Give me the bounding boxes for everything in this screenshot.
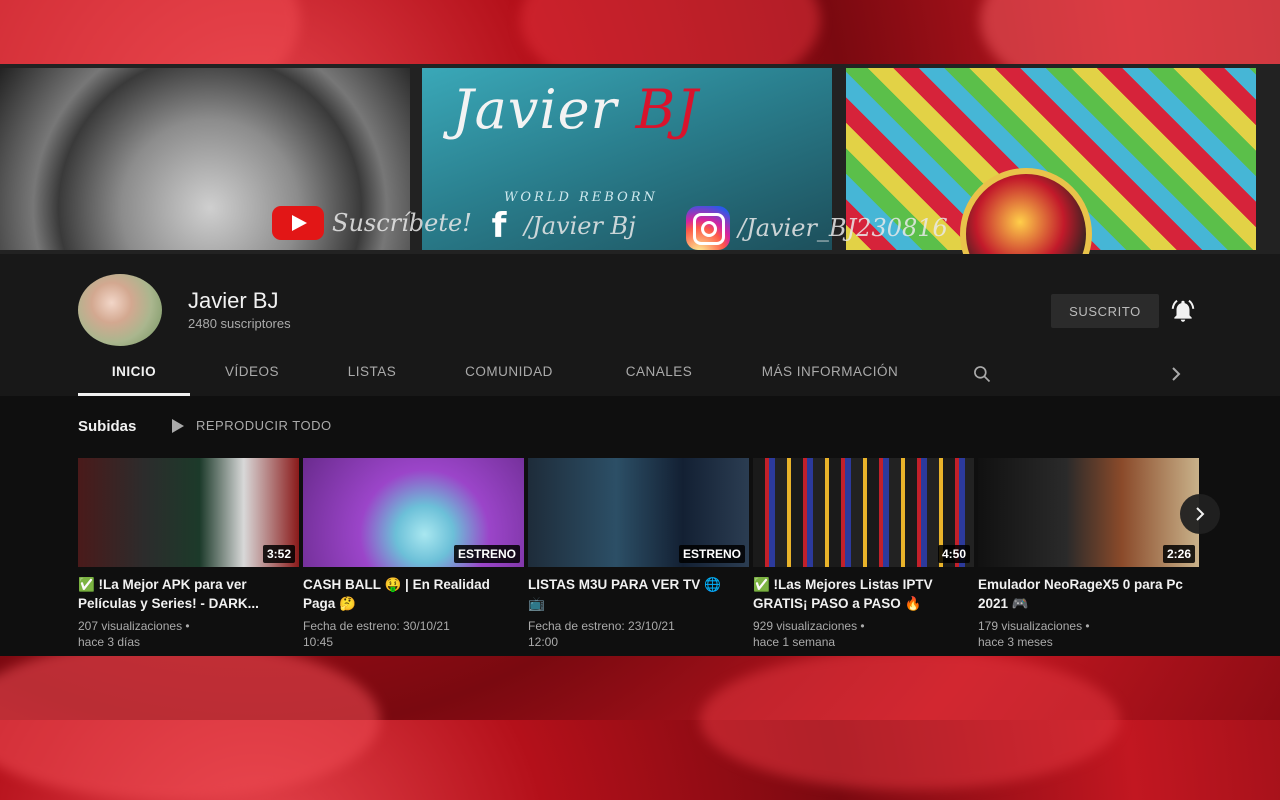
avatar[interactable] [78,274,162,346]
video-meta: Fecha de estreno: 30/10/21 10:45 [303,618,515,650]
video-title[interactable]: ✅ !Las Mejores Listas IPTV GRATIS¡ PASO … [753,575,965,613]
youtube-logo-icon [272,206,324,240]
tab-listas[interactable]: LISTAS [322,354,422,396]
video-thumbnail[interactable]: 3:52 [78,458,299,567]
play-all-button[interactable]: REPRODUCIR TODO [172,418,332,433]
video-title[interactable]: LISTAS M3U PARA VER TV 🌐 📺 [528,575,740,613]
banner-title: Javier BJ [452,78,699,141]
video-views: 207 visualizaciones • [78,619,190,633]
section-title: Subidas [78,418,137,435]
video-card[interactable]: ESTRENO CASH BALL 🤑 | En Realidad Paga 🤔… [303,458,524,650]
background-blob [700,650,1120,790]
video-meta: 929 visualizaciones • hace 1 semana [753,618,965,650]
premiere-time: 12:00 [528,635,559,649]
video-views: 929 visualizaciones • [753,619,865,633]
channel-banner: Javier BJ WORLD REBORN Suscríbete! f /Ja… [0,64,1280,254]
channel-tabs: INICIO VÍDEOS LISTAS COMUNIDAD CANALES M… [78,354,1208,396]
carousel-next-button[interactable] [1180,494,1220,534]
banner-instagram-text: /Javier_BJ230816 [738,214,948,242]
tab-comunidad[interactable]: COMUNIDAD [448,354,570,396]
duration-badge: 3:52 [262,545,295,563]
youtube-channel-page: Javier BJ WORLD REBORN Suscríbete! f /Ja… [0,64,1280,656]
video-card[interactable]: 2:26 Emulador NeoRageX5 0 para Pc 2021 🎮… [978,458,1199,650]
tab-canales[interactable]: CANALES [604,354,714,396]
tab-inicio[interactable]: INICIO [78,354,190,396]
video-title[interactable]: ✅ !La Mejor APK para ver Películas y Ser… [78,575,290,613]
video-card[interactable]: ESTRENO LISTAS M3U PARA VER TV 🌐 📺 Fecha… [528,458,749,650]
banner-title-bj: BJ [635,78,699,141]
video-age: hace 1 semana [753,635,836,649]
banner-title-first: Javier [452,78,636,141]
video-card[interactable]: 3:52 ✅ !La Mejor APK para ver Películas … [78,458,299,650]
subscriber-count: 2480 suscriptores [188,316,291,331]
subscribed-button[interactable]: SUSCRITO [1051,294,1159,328]
video-card[interactable]: 4:50 ✅ !Las Mejores Listas IPTV GRATIS¡ … [753,458,974,650]
chevron-right-icon [1196,507,1205,521]
banner-facebook-text: /Javier Bj [524,212,636,240]
video-thumbnail[interactable]: ESTRENO [528,458,749,567]
video-title[interactable]: Emulador NeoRageX5 0 para Pc 2021 🎮 [978,575,1190,613]
play-all-label: REPRODUCIR TODO [196,418,332,433]
banner-instagram-link: /Javier_BJ230816 [686,206,948,250]
video-title[interactable]: CASH BALL 🤑 | En Realidad Paga 🤔 [303,575,515,613]
uploads-section: Subidas REPRODUCIR TODO 3:52 ✅ !La Mejor… [0,396,1280,656]
premiere-badge: ESTRENO [453,545,520,563]
channel-header: Javier BJ 2480 suscriptores SUSCRITO INI… [0,254,1280,396]
duration-badge: 2:26 [1162,545,1195,563]
video-meta: 207 visualizaciones • hace 3 días [78,618,290,650]
premiere-badge: ESTRENO [678,545,745,563]
video-meta: Fecha de estreno: 23/10/21 12:00 [528,618,740,650]
banner-facebook-link: f /Javier Bj [482,206,636,246]
duration-badge: 4:50 [937,545,970,563]
video-thumbnail[interactable]: 4:50 [753,458,974,567]
premiere-time: 10:45 [303,635,334,649]
premiere-date: Fecha de estreno: 23/10/21 [528,619,675,633]
video-age: hace 3 días [78,635,141,649]
premiere-date: Fecha de estreno: 30/10/21 [303,619,450,633]
background-blob [0,640,380,800]
video-meta: 179 visualizaciones • hace 3 meses [978,618,1190,650]
chevron-right-icon[interactable] [1168,364,1184,384]
video-age: hace 3 meses [978,635,1053,649]
channel-name: Javier BJ [188,288,279,313]
video-thumbnail[interactable]: ESTRENO [303,458,524,567]
bell-icon[interactable] [1170,298,1196,324]
video-thumbnail[interactable]: 2:26 [978,458,1199,567]
tab-mas-informacion[interactable]: MÁS INFORMACIÓN [748,354,912,396]
banner-tagline: WORLD REBORN [504,190,658,205]
banner-subscribe-text: Suscríbete! [332,209,472,237]
search-icon[interactable] [972,364,992,384]
video-views: 179 visualizaciones • [978,619,1090,633]
tab-videos[interactable]: VÍDEOS [202,354,302,396]
instagram-logo-icon [686,206,730,250]
facebook-logo-icon: f [491,206,507,246]
banner-youtube-link: Suscríbete! [272,206,472,240]
play-icon [172,418,184,433]
